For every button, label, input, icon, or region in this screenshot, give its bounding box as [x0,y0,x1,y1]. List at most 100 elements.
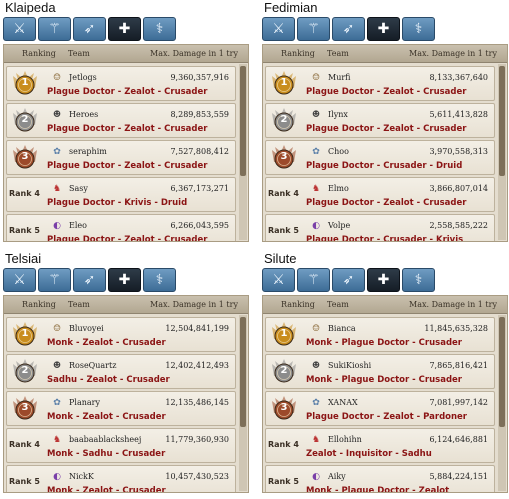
rank-number: 1 [21,328,29,339]
scrollbar-thumb[interactable] [499,317,505,427]
team-emblem-icon: ☺ [311,73,321,83]
team-name: Eleo [69,221,87,230]
ranking-header: Ranking Team Max. Damage in 1 try [4,296,248,314]
mage-icon: ⚕ [155,21,164,37]
ranking-row[interactable]: 1 ☺ Murfi 8,133,367,640 Plague Doctor - Zeal… [265,66,495,101]
rank-medal-icon: 3 [10,144,40,172]
team-classes: Monk - Zealot - Crusader [47,486,166,493]
max-damage: 8,133,367,640 [429,73,488,82]
ranking-row[interactable]: 2 ☻ Heroes 8,289,853,559 Plague Doctor - Zea… [6,103,236,138]
ranking-row[interactable]: Rank 5 ◐ NickK 10,457,430,523 Monk - Zealot … [6,465,236,493]
staff-icon: ⚚ [48,272,61,288]
tab-mage-icon[interactable]: ⚕ [402,17,435,41]
scrollbar[interactable] [239,315,247,491]
team-classes: Plague Doctor - Zealot - Crusader [306,124,467,134]
team-name: RoseQuartz [69,361,117,370]
header-team: Team [327,49,349,58]
max-damage: 11,779,360,930 [165,435,229,444]
tab-staff-icon[interactable]: ⚚ [297,268,330,292]
tab-staff-icon[interactable]: ⚚ [38,17,71,41]
scrollbar[interactable] [239,64,247,240]
tab-bow-icon[interactable]: ➶ [73,17,106,41]
team-classes: Plague Doctor - Zealot - Crusader [306,198,467,208]
header-ranking: Ranking [22,49,56,58]
rank-label: Rank 4 [9,440,40,449]
max-damage: 9,360,357,916 [170,73,229,82]
header-damage: Max. Damage in 1 try [409,49,497,58]
ranking-row[interactable]: 2 ☻ Ilynx 5,611,413,828 Plague Doctor - Zeal… [265,103,495,138]
team-name: Murfi [328,73,351,82]
ranking-list: 1 ☺ Bianca 11,845,635,328 Monk - Plague Doct… [263,315,497,492]
scrollbar-thumb[interactable] [240,66,246,176]
team-name: NickK [69,472,94,481]
ranking-row[interactable]: Rank 4 ♞ Elmo 3,866,807,014 Plague Doctor - … [265,177,495,212]
region-telsiai: Telsiai ⚔ ⚚ ➶ ✚ ⚕ Ranking Team Max. Damage in 1 … [3,251,249,493]
staff-icon: ⚚ [307,272,320,288]
ranking-row[interactable]: Rank 5 ◐ Eleo 6,266,043,595 Plague Doctor - … [6,214,236,242]
tab-bow-icon[interactable]: ➶ [332,268,365,292]
rank-medal-icon: 2 [269,358,299,386]
tab-mage-icon[interactable]: ⚕ [143,17,176,41]
tab-cross-icon[interactable]: ✚ [108,17,141,41]
team-classes: Plague Doctor - Zealot - Crusader [47,87,208,97]
tab-sword-icon[interactable]: ⚔ [3,17,36,41]
ranking-row[interactable]: Rank 4 ♞ Ellohihn 6,124,646,881 Zealot - Inq… [265,428,495,463]
tab-mage-icon[interactable]: ⚕ [402,268,435,292]
scrollbar[interactable] [498,64,506,240]
ranking-panel: Ranking Team Max. Damage in 1 try 1 ☺ Bluvoye… [3,295,249,493]
team-emblem-icon: ♞ [52,184,62,194]
bow-icon: ➶ [83,272,96,288]
cross-icon: ✚ [118,21,131,37]
tab-staff-icon[interactable]: ⚚ [38,268,71,292]
ranking-row[interactable]: 3 ✿ Choo 3,970,558,313 Plague Doctor - Crusa… [265,140,495,175]
team-emblem-icon: ☻ [52,361,62,371]
tab-bow-icon[interactable]: ➶ [332,17,365,41]
team-emblem-icon: ◐ [53,221,61,231]
team-emblem-icon: ✿ [312,398,320,408]
ranking-row[interactable]: 3 ✿ seraphim 7,527,808,412 Plague Doctor - Z… [6,140,236,175]
class-tabs: ⚔ ⚚ ➶ ✚ ⚕ [3,17,249,42]
rank-medal-icon: 1 [10,321,40,349]
team-classes: Monk - Plague Doctor - Zealot [306,486,450,493]
scrollbar[interactable] [498,315,506,491]
rank-number: 2 [280,114,288,125]
tab-sword-icon[interactable]: ⚔ [262,17,295,41]
ranking-row[interactable]: Rank 5 ◐ Aiky 5,884,224,151 Monk - Plague Do… [265,465,495,493]
max-damage: 7,527,808,412 [170,147,229,156]
team-classes: Monk - Sadhu - Crusader [47,449,166,459]
class-tabs: ⚔ ⚚ ➶ ✚ ⚕ [262,268,508,293]
ranking-row[interactable]: 1 ☺ Bluvoyei 12,504,841,199 Monk - Zealot - … [6,317,236,352]
tab-bow-icon[interactable]: ➶ [73,268,106,292]
team-name: Jetlogs [69,73,97,82]
cross-icon: ✚ [377,21,390,37]
ranking-row[interactable]: Rank 5 ◐ Volpe 2,558,585,222 Plague Doctor -… [265,214,495,241]
tab-cross-icon[interactable]: ✚ [367,268,400,292]
team-classes: Plague Doctor - Zealot - Crusader [47,235,208,242]
ranking-row[interactable]: 3 ✿ XANAX 7,081,997,142 Plague Doctor - Zeal… [265,391,495,426]
tab-cross-icon[interactable]: ✚ [108,268,141,292]
max-damage: 12,135,486,145 [165,398,229,407]
region-title: Fedimian [264,0,318,15]
ranking-row[interactable]: 2 ☻ RoseQuartz 12,402,412,493 Sadhu - Zealot… [6,354,236,389]
ranking-row[interactable]: 1 ☺ Bianca 11,845,635,328 Monk - Plague Doct… [265,317,495,352]
ranking-row[interactable]: Rank 4 ♞ baabaablacksheej 11,779,360,930 Mon… [6,428,236,463]
scrollbar-thumb[interactable] [240,317,246,427]
tab-cross-icon[interactable]: ✚ [367,17,400,41]
team-name: Heroes [69,110,99,119]
tab-sword-icon[interactable]: ⚔ [3,268,36,292]
tab-mage-icon[interactable]: ⚕ [143,268,176,292]
ranking-row[interactable]: Rank 4 ♞ Sasy 6,367,173,271 Plague Doctor - … [6,177,236,212]
rank-number: 2 [21,365,29,376]
scrollbar-thumb[interactable] [499,66,505,176]
tab-staff-icon[interactable]: ⚚ [297,17,330,41]
max-damage: 3,970,558,313 [429,147,488,156]
team-classes: Plague Doctor - Zealot - Crusader [47,124,208,134]
ranking-row[interactable]: 2 ☻ SukiKioshi 7,865,816,421 Monk - Plague D… [265,354,495,389]
rank-medal-icon: 2 [10,107,40,135]
header-damage: Max. Damage in 1 try [150,300,238,309]
team-name: Volpe [328,221,351,230]
header-ranking: Ranking [281,300,315,309]
tab-sword-icon[interactable]: ⚔ [262,268,295,292]
ranking-row[interactable]: 3 ✿ Planary 12,135,486,145 Monk - Zealot - C… [6,391,236,426]
ranking-row[interactable]: 1 ☺ Jetlogs 9,360,357,916 Plague Doctor - Ze… [6,66,236,101]
